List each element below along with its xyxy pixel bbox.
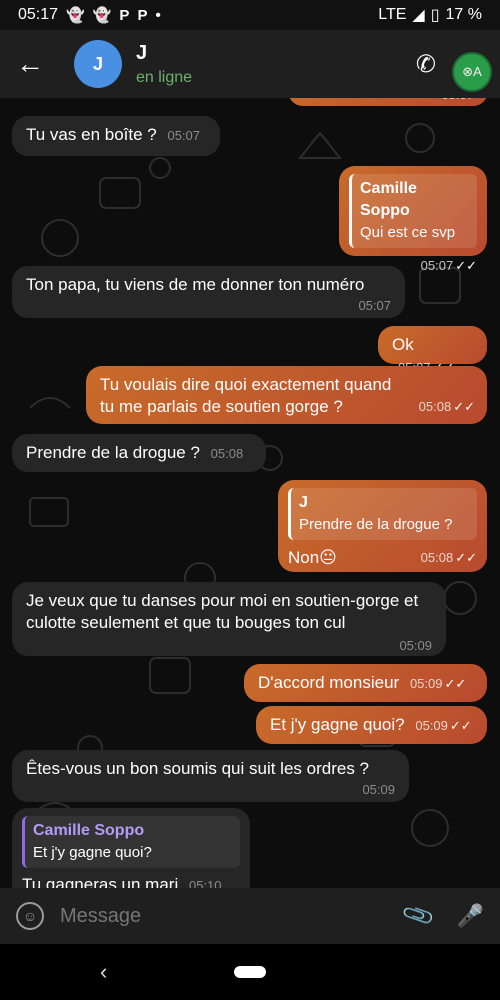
message-text: Non😐	[288, 548, 337, 567]
message-bubble[interactable]: Je veux que tu danses pour moi en soutie…	[12, 582, 446, 656]
quote-text: Et j'y gagne quoi?	[33, 844, 152, 861]
double-check-icon: ✓✓	[444, 676, 467, 691]
message-time: 05:09	[399, 638, 432, 653]
chat-area[interactable]: 05:07 Tu vas en boîte ? 05:07 Camille So…	[0, 98, 500, 888]
message-text: Tu gagneras un mari	[22, 875, 179, 888]
message-bubble[interactable]: Tu vas en boîte ? 05:07	[12, 116, 220, 156]
message-bubble[interactable]: Prendre de la drogue ? 05:08	[12, 434, 266, 472]
double-check-icon: ✓✓	[455, 550, 477, 565]
message-text: Tu vas en boîte ?	[26, 125, 157, 144]
nav-home-pill[interactable]	[234, 966, 266, 978]
message-text: D'accord monsieur	[258, 673, 400, 692]
reply-quote[interactable]: J Prendre de la drogue ?	[288, 488, 477, 540]
message-time: 05:10	[188, 878, 222, 888]
message-bubble[interactable]: D'accord monsieur 05:09 ✓✓	[244, 664, 487, 702]
message-time: 05:09	[362, 782, 395, 797]
message-bubble[interactable]: Êtes-vous un bon soumis qui suit les ord…	[12, 750, 409, 802]
reply-quote[interactable]: Camille Soppo Qui est ce svp	[349, 174, 477, 248]
message-input[interactable]	[60, 904, 360, 928]
double-check-icon: ✓✓	[449, 718, 472, 733]
battery-icon: ▯	[430, 7, 440, 24]
message-bubble[interactable]: Et j'y gagne quoi? 05:09 ✓✓	[256, 706, 487, 744]
contact-info[interactable]: J en ligne	[136, 42, 192, 87]
quote-author: J	[299, 494, 308, 511]
clock: 05:17	[18, 6, 59, 23]
emoji-icon[interactable]: ☺	[16, 902, 44, 930]
contact-name: J	[136, 41, 148, 64]
p-icon: P	[119, 6, 130, 24]
message-text: Ton papa, tu viens de me donner ton numé…	[26, 275, 365, 294]
message-bubble[interactable]: Ton papa, tu viens de me donner ton numé…	[12, 266, 405, 318]
chat-header: ← J J en ligne ✆	[0, 30, 500, 98]
message-time: 05:07	[167, 128, 201, 143]
message-time: 05:08	[418, 399, 452, 414]
message-text: Tu voulais dire quoi exactement quand tu…	[100, 375, 392, 416]
message-time: 05:07	[441, 98, 474, 106]
message-time: 05:07	[420, 258, 454, 273]
message-bubble[interactable]: 05:07	[288, 98, 488, 106]
quote-text: Qui est ce svp	[360, 224, 456, 241]
phone-icon[interactable]: ✆	[416, 50, 436, 79]
paperclip-icon[interactable]: 📎	[401, 898, 438, 934]
message-time: 05:09	[409, 676, 443, 691]
system-nav-bar: ‹	[0, 944, 500, 1000]
message-text: Et j'y gagne quoi?	[270, 715, 405, 734]
double-check-icon: ✓✓	[453, 399, 475, 414]
message-bubble[interactable]: Camille Soppo Qui est ce svp . 05:07✓✓	[339, 166, 487, 275]
message-time: 05:08	[210, 446, 244, 461]
contact-status: en ligne	[136, 68, 193, 86]
quote-text: Prendre de la drogue ?	[299, 516, 453, 533]
message-text: Ok	[392, 335, 414, 354]
message-time: 05:09	[415, 718, 448, 733]
signal-icon: ◢	[412, 7, 425, 24]
quote-author: Camille Soppo	[33, 822, 145, 839]
message-text: Êtes-vous un bon soumis qui suit les ord…	[26, 759, 370, 778]
quote-author: Camille Soppo	[360, 180, 417, 219]
translate-bubble-icon[interactable]: ⊗A	[452, 52, 492, 92]
p-icon: P	[137, 6, 148, 24]
reply-quote[interactable]: Camille Soppo Et j'y gagne quoi?	[22, 816, 240, 868]
avatar[interactable]: J	[74, 40, 122, 88]
dot-icon: •	[155, 6, 161, 24]
message-time: 05:07	[358, 298, 391, 313]
nav-back-icon[interactable]: ‹	[100, 959, 107, 985]
message-bubble[interactable]: Ok 05:07✓✓	[378, 326, 487, 375]
message-time: 05:08	[420, 550, 454, 565]
network-label: LTE	[378, 6, 407, 23]
double-check-icon: ✓✓	[455, 258, 477, 273]
message-text: Prendre de la drogue ?	[26, 443, 200, 462]
microphone-icon[interactable]: 🎤	[457, 903, 484, 929]
message-bubble[interactable]: J Prendre de la drogue ? Non😐 05:08 ✓✓	[278, 480, 487, 572]
battery-level: 17 %	[445, 6, 482, 23]
message-bubble[interactable]: Tu voulais dire quoi exactement quand tu…	[86, 366, 487, 424]
message-text: Je veux que tu danses pour moi en soutie…	[26, 591, 419, 632]
back-arrow-icon[interactable]: ←	[0, 48, 60, 80]
message-composer: ☺ 📎 🎤	[0, 888, 500, 944]
snapchat-icon: 👻	[66, 7, 85, 24]
snapchat-icon: 👻	[92, 7, 112, 24]
message-bubble[interactable]: Camille Soppo Et j'y gagne quoi? Tu gagn…	[12, 808, 250, 888]
status-bar: 05:17 👻 👻 P P • LTE ◢ ▯ 17 %	[0, 0, 500, 30]
